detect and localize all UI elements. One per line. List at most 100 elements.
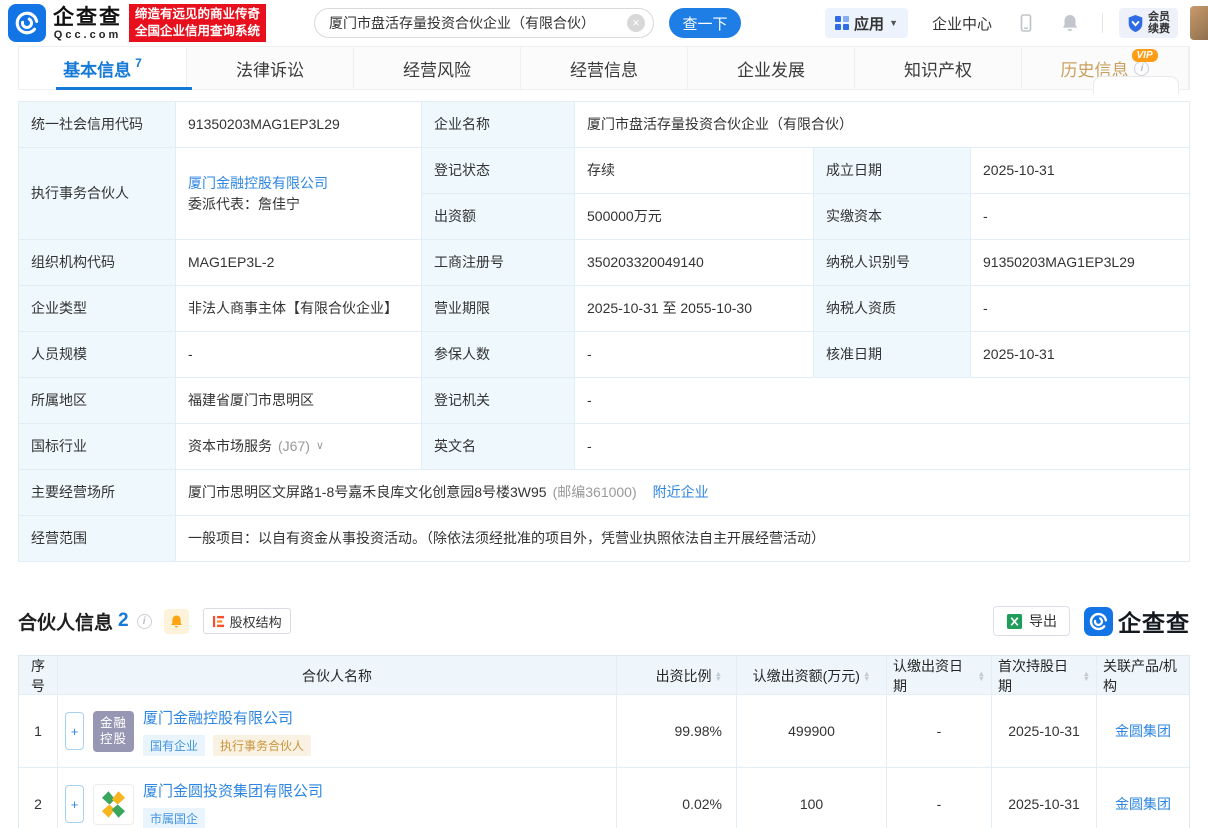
brand-domain: Qcc.com [53, 29, 122, 41]
tab-company-development[interactable]: 企业发展 [688, 47, 855, 89]
col-no: 序号 [19, 656, 57, 696]
qcc-logo-icon [8, 4, 46, 42]
reg-status-value: 存续 [575, 148, 814, 194]
date-value: - [886, 695, 991, 767]
col-ratio[interactable]: 出资比例 ▲▼ [616, 656, 736, 696]
exec-partner-value: 厦门金融控股有限公司 委派代表：詹佳宁 [176, 148, 422, 240]
col-partner-name: 合伙人名称 [57, 656, 616, 696]
brand-name: 企查查 [53, 6, 122, 29]
expand-button[interactable]: + [65, 785, 84, 823]
tag-state-owned: 国有企业 [143, 735, 205, 756]
equity-structure-button[interactable]: 股权结构 [203, 608, 291, 634]
english-name-value: - [575, 424, 1190, 470]
user-avatar[interactable] [1190, 6, 1208, 40]
divider [1102, 13, 1103, 33]
address-postcode: (邮编361000) [553, 482, 637, 503]
tab-legal-litigation[interactable]: 法律诉讼 [187, 47, 354, 89]
taxpayer-id-value: 91350203MAG1EP3L29 [971, 240, 1190, 286]
insured-label: 参保人数 [422, 332, 575, 378]
qcc-logo[interactable]: 企查查 Qcc.com 缔造有远见的商业传奇 全国企业信用查询系统 [8, 4, 266, 42]
partner-avatar: 金融 控股 [93, 711, 134, 752]
taxpayer-qual-label: 纳税人资质 [814, 286, 971, 332]
topbar-right: 应用 ▼ 企业中心 会员 续费 [825, 6, 1208, 40]
related-group-link[interactable]: 金圆集团 [1115, 721, 1171, 741]
col-amount[interactable]: 认缴出资额(万元) ▲▼ [736, 656, 886, 696]
vip-label: 会员 续费 [1148, 11, 1170, 35]
amount-value: 499900 [736, 695, 886, 767]
tab-operation-info[interactable]: 经营信息 [521, 47, 688, 89]
basic-info-table: 统一社会信用代码 91350203MAG1EP3L29 企业名称 厦门市盘活存量… [18, 101, 1190, 562]
partners-title: 合伙人信息 [18, 608, 113, 635]
reg-no-value: 350203320049140 [575, 240, 814, 286]
vip-shield-icon [1127, 14, 1144, 33]
reg-status-label: 登记状态 [422, 148, 575, 194]
search-input[interactable] [314, 8, 654, 38]
sort-icon[interactable]: ▲▼ [1083, 671, 1090, 682]
qcc-watermark-logo: 企查查 [1084, 604, 1190, 638]
expand-button[interactable]: + [65, 712, 84, 750]
apps-menu[interactable]: 应用 ▼ [825, 8, 908, 38]
partner-name-cell: + 厦门金圆投资集团有限公司 市属国企 [57, 768, 616, 828]
exec-partner-link[interactable]: 厦门金融控股有限公司 [188, 173, 328, 194]
col-related: 关联产品/机构 [1096, 656, 1189, 696]
tab-intellectual-property[interactable]: 知识产权 [855, 47, 1022, 89]
info-icon: i [137, 614, 152, 629]
vip-badge: VIP [1132, 49, 1158, 62]
reg-no-label: 工商注册号 [422, 240, 575, 286]
staff-size-label: 人员规模 [19, 332, 176, 378]
approval-date-label: 核准日期 [814, 332, 971, 378]
tab-basic-info[interactable]: 基本信息 7 [19, 47, 187, 89]
first-date-value: 2025-10-31 [991, 695, 1096, 767]
tab-label: 基本信息 [63, 56, 131, 81]
sort-icon[interactable]: ▲▼ [863, 671, 870, 682]
tab-operation-risk[interactable]: 经营风险 [354, 47, 521, 89]
sort-icon[interactable]: ▲▼ [978, 671, 985, 682]
brand-text: 企查查 Qcc.com [53, 6, 122, 41]
paid-capital-value: - [971, 194, 1190, 240]
col-first-date[interactable]: 首次持股日期 ▲▼ [991, 656, 1096, 696]
credit-code-label: 统一社会信用代码 [19, 102, 176, 148]
nearby-companies-link[interactable]: 附近企业 [653, 482, 709, 503]
pinwheel-logo-icon [97, 788, 130, 821]
partner-name-link[interactable]: 厦门金融控股有限公司 [143, 707, 311, 728]
paid-capital-label: 实缴资本 [814, 194, 971, 240]
export-button[interactable]: 导出 [993, 606, 1070, 636]
date-value: - [886, 768, 991, 828]
brand-slogan: 缔造有远见的商业传奇 全国企业信用查询系统 [129, 4, 266, 42]
region-value: 福建省厦门市思明区 [176, 378, 422, 424]
search-button[interactable]: 查一下 [669, 8, 741, 38]
clear-icon[interactable]: × [627, 14, 645, 32]
address-label: 主要经营场所 [19, 470, 176, 516]
tab-bar: 基本信息 7 法律诉讼 经营风险 经营信息 企业发展 知识产权 VIP 历史信息… [18, 46, 1190, 90]
company-name-value: 厦门市盘活存量投资合伙企业（有限合伙） [575, 102, 1190, 148]
establish-date-value: 2025-10-31 [971, 148, 1190, 194]
tag-exec-partner: 执行事务合伙人 [213, 735, 311, 756]
partners-table-header: 序号 合伙人名称 出资比例 ▲▼ 认缴出资额(万元) ▲▼ 认缴出资日期 ▲▼ … [19, 656, 1189, 694]
topbar: 企查查 Qcc.com 缔造有远见的商业传奇 全国企业信用查询系统 × 查一下 [0, 0, 1208, 46]
partner-name-link[interactable]: 厦门金圆投资集团有限公司 [143, 780, 323, 801]
exec-partner-label: 执行事务合伙人 [19, 148, 176, 240]
sort-icon[interactable]: ▲▼ [715, 671, 722, 682]
partners-count: 2 [118, 610, 129, 632]
org-code-value: MAG1EP3L-2 [176, 240, 422, 286]
enterprise-center-link[interactable]: 企业中心 [932, 13, 992, 34]
taxpayer-qual-value: - [971, 286, 1190, 332]
apps-label: 应用 [854, 13, 884, 34]
vip-renew-button[interactable]: 会员 续费 [1119, 8, 1178, 38]
col-date[interactable]: 认缴出资日期 ▲▼ [886, 656, 991, 696]
mobile-app-icon[interactable] [1016, 13, 1036, 33]
partners-table: 序号 合伙人名称 出资比例 ▲▼ 认缴出资额(万元) ▲▼ 认缴出资日期 ▲▼ … [18, 655, 1190, 828]
search-box: × [314, 8, 654, 38]
subscribe-bell-button[interactable] [164, 609, 189, 634]
related-group-link[interactable]: 金圆集团 [1115, 794, 1171, 814]
chevron-down-icon[interactable]: ∨ [316, 436, 324, 457]
org-chart-icon [212, 615, 225, 628]
reg-authority-value: - [575, 378, 1190, 424]
credit-code-value: 91350203MAG1EP3L29 [176, 102, 422, 148]
approval-date-value: 2025-10-31 [971, 332, 1190, 378]
org-code-label: 组织机构代码 [19, 240, 176, 286]
company-name-label: 企业名称 [422, 102, 575, 148]
notification-bell-icon[interactable] [1060, 13, 1080, 33]
partner-row: 1 + 金融 控股 厦门金融控股有限公司 国有企业 执行事务合伙人 99.98%… [19, 694, 1189, 767]
exec-partner-rep: 委派代表：詹佳宁 [188, 194, 300, 215]
